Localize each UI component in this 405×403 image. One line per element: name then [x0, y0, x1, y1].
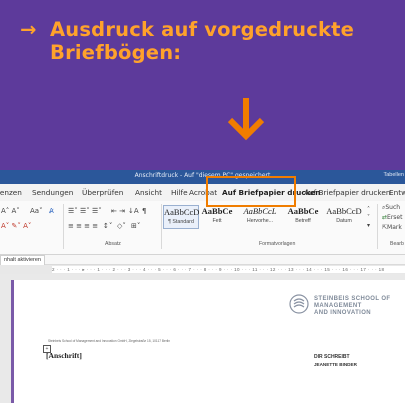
change-case-icon[interactable]: Aa˅	[30, 207, 43, 215]
grow-font-icon[interactable]: A˄ A˅	[1, 207, 20, 215]
ruler-bar: 2 · · · 1 · · · ▸ · · · 1 · · · 2 · · · …	[0, 265, 405, 274]
text-effects-icon[interactable]: A˅ ✎˅ A˅	[1, 222, 31, 230]
tab-ueberpruefen[interactable]: Überprüfen	[82, 188, 123, 197]
horizontal-ruler[interactable]: 2 · · · 1 · · · ▸ · · · 1 · · · 2 · · · …	[52, 266, 405, 273]
style-name: Hervorhe...	[246, 218, 274, 224]
steinbeis-logo-icon	[289, 294, 309, 314]
style-sample: AaBbCcL	[243, 206, 277, 216]
arrow-right-icon: →	[20, 18, 37, 41]
pilcrow-icon[interactable]: ¶	[142, 207, 146, 215]
gallery-scroll-icon[interactable]: ˄ ˅ ▾	[367, 206, 370, 230]
tab-hilfe[interactable]: Hilfe	[171, 188, 188, 197]
tab-entwurf[interactable]: Entw	[389, 188, 405, 197]
title-bar: Anschriftdruck - Auf "diesem PC" gespeic…	[0, 170, 405, 184]
line-spacing-icon[interactable]: ↕˅	[103, 222, 112, 230]
search-icon[interactable]: ⌕Such	[382, 204, 400, 212]
style-sample: AaBbCe	[287, 206, 319, 216]
style-datum[interactable]: AaBbCcD Datum	[324, 205, 364, 227]
align-icon[interactable]: ≡ ≡ ≡ ≡	[68, 222, 98, 230]
style-name: ¶ Standard	[168, 219, 194, 225]
ersetzen-label: Erset	[387, 214, 403, 221]
tab-auf-briefpapier-drucken[interactable]: Auf Briefpapier drucken	[304, 188, 391, 197]
author-name: JEANETTE BINDER	[314, 362, 357, 367]
document-area: STEINBEIS SCHOOL OF MANAGEMENT AND INNOV…	[0, 274, 405, 403]
banner-line-1: Ausdruck auf vorgedruckte	[50, 18, 355, 41]
borders-icon[interactable]: ⊞˅	[131, 222, 140, 230]
separator	[63, 204, 64, 249]
style-sample: AaBbCcD	[164, 207, 200, 217]
ruler-ticks: 2 · · · 1 · · · ▸ · · · 1 · · · 2 · · · …	[52, 267, 385, 272]
group-absatz-label: Absatz	[105, 241, 121, 247]
logo-line-1: STEINBEIS SCHOOL OF	[314, 296, 391, 302]
highlight-callout-box	[206, 176, 296, 207]
group-bearbeiten-label: Bearb	[390, 241, 404, 247]
tab-referenzen[interactable]: renzen	[0, 188, 22, 197]
logo-line-3: AND INNOVATION	[314, 310, 372, 316]
sender-line: Steinbeis School of Management and Innov…	[48, 339, 171, 343]
shading-icon[interactable]: ◇˅	[117, 222, 126, 230]
style-name: Betreff	[295, 218, 311, 224]
indent-icon[interactable]: ⇤ ⇥	[111, 207, 125, 215]
word-window: Anschriftdruck - Auf "diesem PC" gespeic…	[0, 170, 405, 403]
protected-view-bar: nhalt aktivieren	[0, 255, 405, 266]
logo-line-2: MANAGEMENT	[314, 303, 362, 309]
tab-sendungen[interactable]: Sendungen	[32, 188, 73, 197]
ribbon-tabs: renzen Sendungen Überprüfen Ansicht Hilf…	[0, 184, 405, 201]
sort-icon[interactable]: ↓A	[128, 207, 139, 215]
document-page[interactable]: STEINBEIS SCHOOL OF MANAGEMENT AND INNOV…	[11, 280, 405, 403]
style-hervorhebung[interactable]: AaBbCcL Hervorhe...	[238, 205, 282, 227]
separator	[161, 204, 162, 249]
style-betreff[interactable]: AaBbCe Betreff	[283, 205, 323, 227]
style-standard[interactable]: AaBbCcD ¶ Standard	[163, 205, 199, 229]
ribbon-toolbar: A˄ A˅ Aa˅ A̷ A˅ ✎˅ A˅ ☰˅ ☰˅ ☰˅ ⇤ ⇥ ↓A ¶ …	[0, 201, 405, 255]
address-placeholder[interactable]: [Anschrift]	[46, 351, 82, 360]
select-icon[interactable]: ⇱Mark	[382, 224, 402, 232]
table-tools-label: Tabellen	[383, 172, 405, 178]
logo-text: STEINBEIS SCHOOL OF MANAGEMENT AND INNOV…	[314, 296, 391, 317]
style-sample: AaBbCcD	[326, 206, 362, 216]
style-name: Datum	[336, 218, 352, 224]
style-sample: AaBbCe	[201, 206, 233, 216]
dir-schreibt-label: DIR SCHREIBT	[314, 354, 350, 360]
arrow-down-icon	[227, 98, 265, 141]
suchen-label: Such	[385, 204, 401, 211]
markieren-label: Mark	[387, 224, 402, 231]
tab-ansicht[interactable]: Ansicht	[135, 188, 162, 197]
clear-format-icon[interactable]: A̷	[49, 207, 54, 215]
separator	[377, 204, 378, 249]
group-formatvorlagen-label: Formatvorlagen	[259, 241, 296, 247]
window-title: Anschriftdruck - Auf "diesem PC" gespeic…	[134, 172, 271, 179]
banner-line-2: Briefbögen:	[50, 41, 182, 64]
replace-icon[interactable]: ⇄Erset	[382, 214, 402, 222]
bullets-icon[interactable]: ☰˅ ☰˅ ☰˅	[68, 207, 102, 215]
style-name: Fett	[212, 218, 222, 224]
instruction-banner: → Ausdruck auf vorgedruckte Briefbögen:	[0, 0, 405, 170]
style-fett[interactable]: AaBbCe Fett	[197, 205, 237, 227]
